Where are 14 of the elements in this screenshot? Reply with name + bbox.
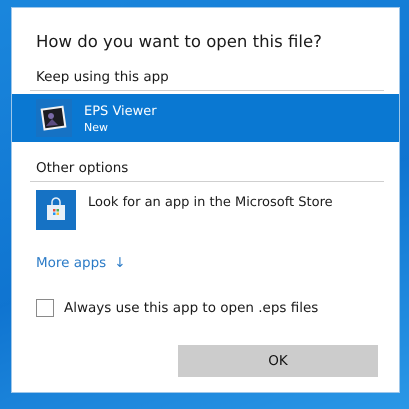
app-status: New bbox=[84, 120, 109, 135]
shopping-bag-icon bbox=[36, 190, 76, 230]
checkbox-label: Always use this app to open .eps files bbox=[64, 300, 318, 316]
photo-icon bbox=[36, 99, 72, 137]
section-label: Keep using this app bbox=[35, 69, 170, 87]
app-list-item[interactable]: Look for an app in the Microsoft Store bbox=[12, 185, 399, 235]
section-label: Other options bbox=[35, 160, 130, 178]
ok-button[interactable]: OK bbox=[178, 345, 378, 377]
checkbox[interactable] bbox=[36, 299, 54, 317]
dialog-title: How do you want to open this file? bbox=[35, 32, 323, 51]
app-name: Look for an app in the Microsoft Store bbox=[88, 194, 333, 211]
app-name: EPS Viewer bbox=[84, 103, 157, 120]
more-apps-link[interactable]: More apps ↓ bbox=[36, 255, 126, 271]
app-list-item[interactable]: EPS Viewer New bbox=[12, 94, 399, 142]
